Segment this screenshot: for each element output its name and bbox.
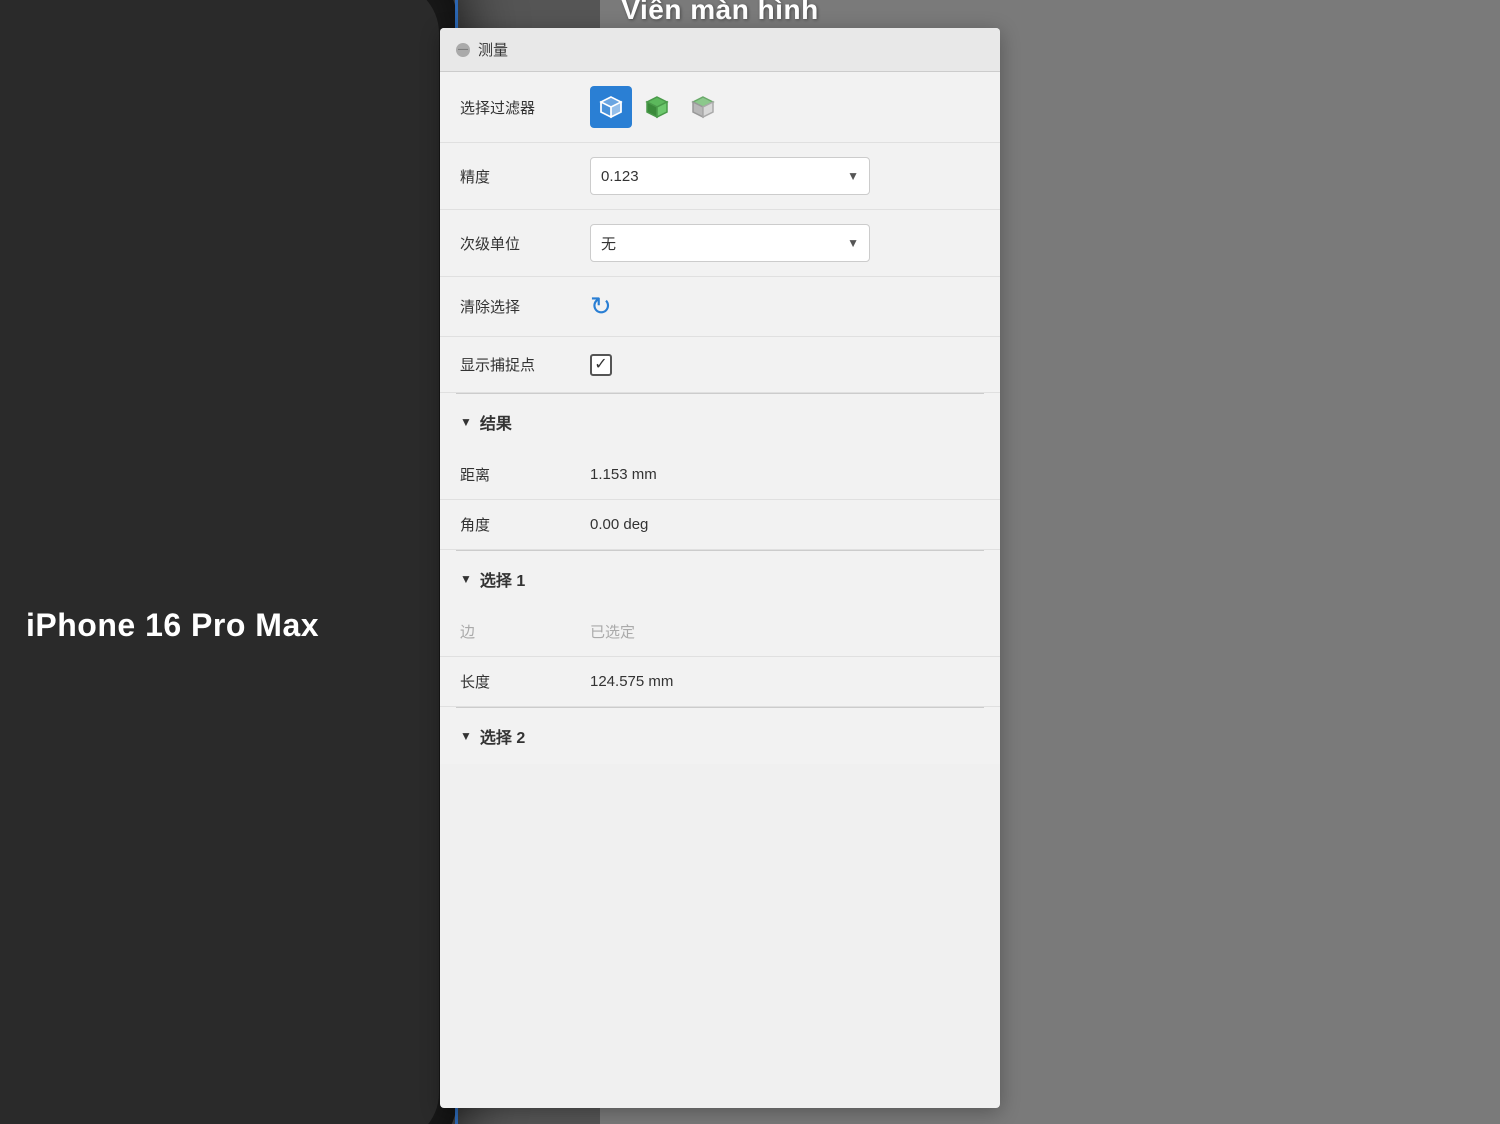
- show-snap-value: ✓: [590, 354, 980, 376]
- length-row: 长度 124.575 mm: [440, 657, 1000, 707]
- selection1-section-header: ▼ 选择 1: [440, 551, 1000, 607]
- show-snap-label: 显示捕捉点: [460, 354, 590, 375]
- edge-value: 已选定: [590, 621, 635, 642]
- panel-header: — 测量: [440, 28, 1000, 72]
- minimize-button[interactable]: —: [456, 43, 470, 57]
- clear-selection-value: ↺: [590, 291, 980, 322]
- selection2-section-header: ▼ 选择 2: [440, 708, 1000, 764]
- angle-label: 角度: [460, 514, 590, 535]
- filter-icon-1[interactable]: [590, 86, 632, 128]
- clear-selection-row: 清除选择 ↺: [440, 277, 1000, 337]
- results-section-title: 结果: [480, 410, 512, 434]
- precision-value: 0.123 ▼: [590, 157, 980, 195]
- precision-dropdown-arrow: ▼: [847, 169, 859, 183]
- precision-row: 精度 0.123 ▼: [440, 143, 1000, 210]
- sub-unit-value: 无 ▼: [590, 224, 980, 262]
- filter-value: [590, 86, 980, 128]
- sub-unit-label: 次级单位: [460, 233, 590, 254]
- distance-label: 距离: [460, 464, 590, 485]
- reset-icon[interactable]: ↺: [590, 291, 612, 322]
- filter-label: 选择过滤器: [460, 97, 590, 118]
- cube-icon-1: [597, 93, 625, 121]
- precision-label: 精度: [460, 166, 590, 187]
- cube-icon-3: [689, 93, 717, 121]
- show-snap-row: 显示捕捉点 ✓: [440, 337, 1000, 393]
- angle-value: 0.00 deg: [590, 516, 648, 533]
- selection2-section-title: 选择 2: [480, 724, 525, 748]
- edge-row: 边 已选定: [440, 607, 1000, 657]
- distance-value: 1.153 mm: [590, 466, 657, 483]
- results-arrow-icon: ▼: [460, 415, 472, 429]
- results-section-header: ▼ 结果: [440, 394, 1000, 450]
- page-title: Viền màn hình: [621, 0, 818, 26]
- checkmark-icon: ✓: [594, 357, 607, 373]
- selection1-section-title: 选择 1: [480, 567, 525, 591]
- phone-screen: [0, 0, 439, 1124]
- filter-row: 选择过滤器: [440, 72, 1000, 143]
- show-snap-checkbox[interactable]: ✓: [590, 354, 612, 376]
- sub-unit-row: 次级单位 无 ▼: [440, 210, 1000, 277]
- selection2-arrow-icon: ▼: [460, 729, 472, 743]
- panel-title: 测量: [478, 39, 508, 60]
- filter-icon-3[interactable]: [682, 86, 724, 128]
- phone-label: iPhone 16 Pro Max: [26, 607, 319, 644]
- sub-unit-dropdown[interactable]: 无 ▼: [590, 224, 870, 262]
- edge-label: 边: [460, 621, 590, 642]
- length-label: 长度: [460, 671, 590, 692]
- filter-icons: [590, 86, 724, 128]
- panel-content: 选择过滤器: [440, 72, 1000, 764]
- sub-unit-dropdown-arrow: ▼: [847, 236, 859, 250]
- measurement-panel: — 测量 选择过滤器: [440, 28, 1000, 1108]
- cube-icon-2: [643, 93, 671, 121]
- distance-row: 距离 1.153 mm: [440, 450, 1000, 500]
- filter-icon-2[interactable]: [636, 86, 678, 128]
- precision-dropdown[interactable]: 0.123 ▼: [590, 157, 870, 195]
- clear-selection-label: 清除选择: [460, 296, 590, 317]
- length-value: 124.575 mm: [590, 673, 673, 690]
- phone-body: [0, 0, 460, 1124]
- angle-row: 角度 0.00 deg: [440, 500, 1000, 550]
- selection1-arrow-icon: ▼: [460, 572, 472, 586]
